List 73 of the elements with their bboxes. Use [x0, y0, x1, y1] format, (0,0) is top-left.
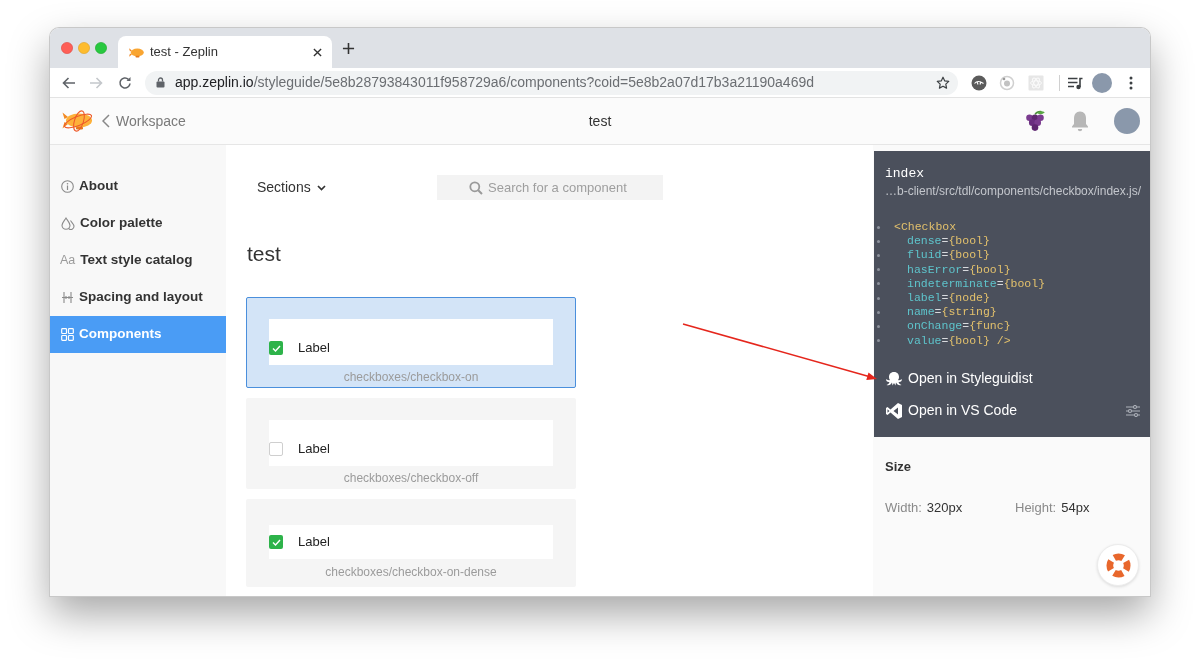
checkmark-icon	[271, 538, 281, 546]
component-card[interactable]: Label checkboxes/checkbox-on	[246, 297, 576, 388]
code-line: hasError={bool}	[907, 262, 1011, 277]
component-card[interactable]: Label checkboxes/checkbox-on-dense	[246, 499, 576, 587]
grapes-icon[interactable]	[1024, 110, 1046, 132]
code-line: value={bool} />	[907, 333, 1011, 348]
close-icon[interactable]	[313, 47, 322, 57]
checkbox[interactable]	[269, 535, 283, 549]
code-line: onChange={func}	[907, 319, 1011, 334]
window-close-icon[interactable]	[61, 42, 73, 54]
help-button[interactable]	[1097, 544, 1139, 586]
checkbox[interactable]	[269, 341, 283, 355]
back-arrow-icon[interactable]	[62, 75, 76, 90]
project-title: test	[588, 111, 612, 131]
checkbox[interactable]	[269, 442, 283, 456]
lock-icon	[156, 77, 165, 88]
window-maximize-icon[interactable]	[95, 42, 107, 54]
avatar-icon[interactable]	[1114, 108, 1140, 134]
action-link[interactable]: Open in Styleguidist	[885, 368, 1033, 390]
action-link[interactable]: Open in VS Code	[885, 400, 1017, 422]
zeppelin-favicon-icon	[128, 46, 144, 58]
size-label: Width:	[885, 498, 922, 517]
checkbox-label: Label	[298, 440, 330, 459]
back-link[interactable]: Workspace	[102, 110, 186, 132]
component-card[interactable]: Label checkboxes/checkbox-off	[246, 398, 576, 489]
lifebuoy-icon	[1105, 552, 1131, 578]
vscode-icon	[885, 401, 903, 420]
more-menu-icon[interactable]	[1129, 75, 1133, 90]
code-line: <Checkbox	[894, 220, 957, 235]
size-title: Size	[885, 459, 911, 474]
reload-icon[interactable]	[118, 75, 132, 90]
sidebar-item[interactable]: Aa Text style catalog	[50, 242, 226, 279]
code-line: dense={bool}	[907, 234, 990, 249]
sidebar-item[interactable]: Color palette	[50, 205, 226, 242]
code-line: fluid={bool}	[907, 248, 990, 263]
sidebar-item[interactable]: Spacing and layout	[50, 279, 226, 316]
url-text: app.zeplin.io/styleguide/5e8b28793843011f958729a6/components?coid=5e8b2a07d17b3a21190a469d	[175, 73, 814, 92]
bell-icon[interactable]	[1070, 110, 1090, 132]
extension-icon[interactable]	[971, 74, 987, 91]
checkmark-icon	[271, 344, 281, 352]
spacing-grid-icon	[61, 291, 74, 304]
new-tab-plus-icon[interactable]	[342, 41, 355, 55]
chevron-left-icon	[102, 114, 110, 128]
address-bar[interactable]: app.zeplin.io/styleguide/5e8b28793843011f958729a6/components?coid=5e8b2a07d17b3a21190a469d	[145, 70, 958, 95]
search-icon	[469, 181, 483, 195]
bookmark-star-icon[interactable]	[936, 75, 950, 90]
octopus-icon	[885, 370, 903, 387]
search-field[interactable]: Search for a component	[437, 175, 663, 200]
drops-icon	[61, 217, 75, 230]
checkbox-label: Label	[298, 339, 330, 358]
info-icon	[61, 180, 74, 193]
text-style-icon: Aa	[60, 251, 76, 270]
component-name: checkboxes/checkbox-on	[342, 371, 480, 383]
chevron-down-icon	[316, 184, 326, 191]
code-line: label={node}	[907, 290, 990, 306]
zeppelin-logo-icon[interactable]	[60, 109, 94, 133]
size-value: 320px	[926, 498, 963, 517]
size-value: 54px	[1061, 498, 1090, 517]
checkbox-label: Label	[298, 533, 330, 552]
code-line: indeterminate={bool}	[907, 276, 1046, 291]
component-name: checkboxes/checkbox-on-dense	[324, 566, 498, 578]
avatar-icon[interactable]	[1092, 72, 1112, 93]
sidebar-item[interactable]: About	[50, 168, 226, 205]
component-name: checkboxes/checkbox-off	[342, 472, 480, 484]
sections-dropdown[interactable]: Sections	[257, 177, 326, 198]
components-grid-icon	[61, 328, 74, 341]
file-path: …b-client/src/tdl/components/checkbox/index.js/	[884, 184, 1143, 198]
code-title: index	[884, 166, 925, 182]
settings-sliders-icon[interactable]	[1126, 404, 1140, 417]
page-title: test	[247, 241, 281, 267]
code-line: name={string}	[907, 305, 997, 320]
size-label: Height:	[1015, 498, 1057, 517]
browser-tab[interactable]: test - Zeplin	[118, 36, 332, 68]
